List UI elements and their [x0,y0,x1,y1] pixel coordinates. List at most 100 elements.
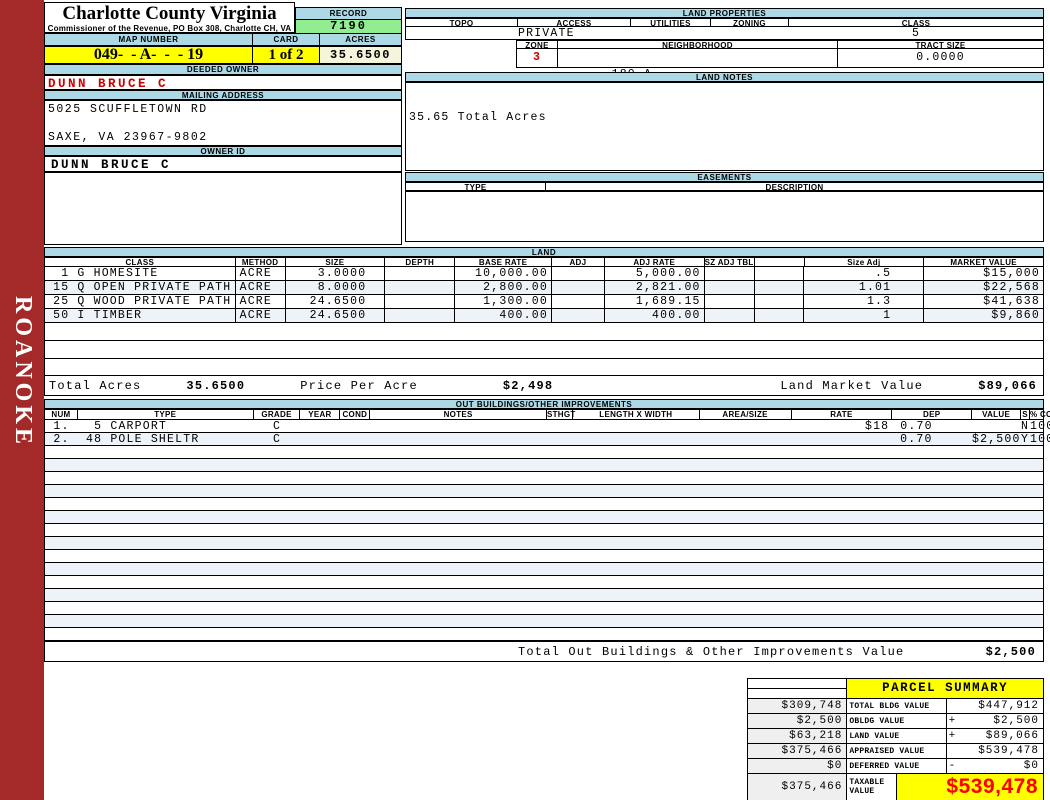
col-ob-rate: RATE [792,410,893,419]
land-notes-box: 35.65 Total Acres [405,82,1044,171]
col-easement-type: TYPE [406,183,546,192]
col-land-size: SIZE [286,258,386,267]
ob-empty-row [45,446,1043,459]
record-number: 7190 [296,20,401,33]
out-building-row: 1. 5 CARPORT C $18 0.70 N 100% [45,420,1050,433]
utilities-value [631,27,711,39]
ob-empty-row [45,459,1043,472]
out-building-row: 2. 48 POLE SHELTR C 0.70 $2,500 Y 100% [45,433,1050,446]
ob-empty-row [45,511,1043,524]
ps-current-cell: - $0 [946,759,1043,774]
ps-current-value: $2,500 [993,715,1039,727]
land-row: 25 Q WOOD PRIVATE PATH ACRE 24.6500 1,30… [45,295,1043,309]
col-land-market-value: MARKET VALUE [950,258,1017,267]
easements-title: EASEMENTS [405,172,1044,182]
district-sidebar: ROANOKE [0,0,44,800]
ps-current-value: $89,066 [985,730,1039,742]
land-note-text: 35.65 Total Acres [409,111,547,124]
col-land-class: CLASS [45,258,236,267]
land-properties-header: TOPO ACCESS UTILITIES ZONING CLASS [405,18,1044,28]
land-market-value: $89,066 [978,378,1037,393]
acres-value: 35.6500 [320,46,402,64]
land-empty-row [45,323,1043,341]
ob-total-value: $2,500 [985,644,1036,659]
class-value: 5 [911,27,921,40]
land-market-value-label: Land Market Value [780,378,924,393]
col-utilities: UTILITIES [631,19,711,28]
col-land-base-rate: BASE RATE [455,258,552,267]
owner-id-value: DUNN BRUCE C [44,156,402,172]
land-table-title: LAND [44,247,1044,257]
parcel-summary-row: $63,218 LAND VALUE + $89,066 [748,729,1043,744]
col-class: CLASS [901,19,931,28]
ps-label: LAND VALUE [847,729,947,744]
ps-prior-value: $309,748 [748,699,848,714]
land-empty-row [45,359,1043,375]
ps-op: + [948,715,957,727]
map-card-acres-values: 049- - A- - - 19 1 of 2 35.6500 [44,46,402,64]
col-ob-sthgt: STHGT [546,410,576,419]
col-land-adj-rate: ADJ RATE [605,258,705,267]
ps-prior-value: $0 [748,759,848,774]
ob-total-label: Total Out Buildings & Other Improvements… [518,644,905,659]
col-land-blank [755,258,805,266]
property-record-card: ROANOKE Charlotte County Virginia Commis… [0,0,1050,800]
price-per-acre-value: $2,498 [502,378,554,393]
ob-empty-row [45,563,1043,576]
out-buildings-header: NUM TYPE GRADE YEAR COND NOTES STHGT LEN… [44,409,1050,420]
neighborhood-label: NEIGHBORHOOD [558,41,838,50]
ps-header-spacer [748,679,848,699]
owner-notes-empty-box [44,172,402,245]
parcel-summary-header: PARCEL SUMMARY [748,679,1043,699]
ps-prior-value: $2,500 [748,714,848,729]
address-line-2: SAXE, VA 23967-9802 [48,131,208,144]
ob-empty-row [45,576,1043,589]
zone-header: ZONE NEIGHBORHOOD TRACT SIZE [516,40,1044,50]
easements-empty-box [405,191,1044,242]
col-land-size-adj: Size Adj [805,258,925,267]
col-land-method: METHOD [236,258,286,267]
taxable-value: $539,478 [897,774,1043,800]
ob-empty-row [45,537,1043,550]
col-access: ACCESS [518,19,631,28]
ps-prior-value: $375,466 [748,744,848,759]
map-number-value: 049- - A- - - 19 [44,46,253,64]
col-ob-year: YEAR [300,410,341,419]
county-title-block: Charlotte County Virginia Commissioner o… [44,2,295,33]
parcel-summary: PARCEL SUMMARY $309,748 TOTAL BLDG VALUE… [747,678,1044,800]
acres-label: ACRES [320,33,402,46]
taxable-value-row: $375,466 TAXABLE VALUE $539,478 [748,774,1043,800]
col-ob-dep: DEP [892,410,973,419]
col-ob-num: NUM [45,410,78,419]
owner-id-label: OWNER ID [44,146,402,156]
land-properties-values: PRIVATE 5 [405,27,1044,40]
col-zoning: ZONING [711,19,789,28]
col-ob-s: S [1021,410,1031,419]
col-ob-length-width: LENGTH X WIDTH [573,410,700,419]
ps-prior-value: $63,218 [748,729,848,744]
ps-op [947,744,959,758]
district-name: ROANOKE [10,296,36,449]
ps-label: TAXABLE VALUE [847,774,897,800]
parcel-summary-row: $309,748 TOTAL BLDG VALUE $447,912 [748,699,1043,714]
total-acres-label: Total Acres [49,378,142,393]
zone-value: 3 [517,49,558,67]
land-table-rows: 1 G HOMESITE ACRE 3.0000 10,000.00 5,000… [44,267,1044,375]
neighborhood-value: 180 A Roanoke [558,49,838,98]
out-buildings-title: OUT BUILDINGS/OTHER IMPROVEMENTS [44,399,1044,409]
ps-label: DEFERRED VALUE [847,759,947,774]
zone-label: ZONE [517,41,558,50]
total-acres-value: 35.6500 [186,378,246,393]
land-totals-row: Total Acres 35.6500 Price Per Acre $2,49… [44,375,1044,396]
map-card-acres-header: MAP NUMBER CARD ACRES [44,33,402,46]
col-ob-notes: NOTES [370,410,547,419]
card-value: 1 of 2 [253,46,320,64]
ps-current-value: $539,478 [978,745,1039,757]
col-ob-cond: COND [340,410,371,419]
ob-empty-row [45,589,1043,602]
ob-empty-row [45,485,1043,498]
parcel-summary-row: $375,466 APPRAISED VALUE $539,478 [748,744,1043,759]
ps-current-cell: $539,478 [946,744,1043,759]
ob-empty-row [45,472,1043,485]
map-number-label: MAP NUMBER [44,33,253,46]
